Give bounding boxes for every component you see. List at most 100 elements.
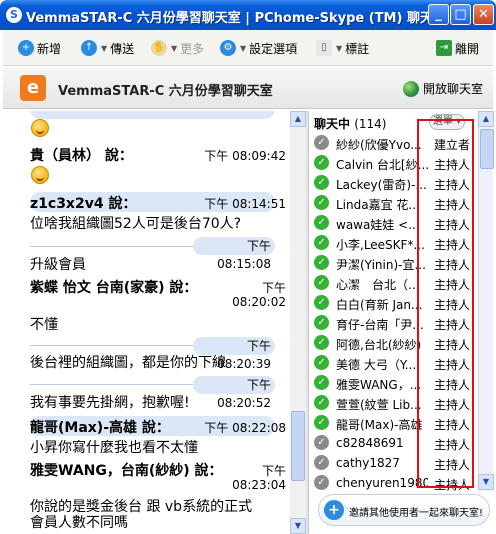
open-room-label: 開放聊天室: [423, 82, 484, 96]
scroll-down-icon[interactable]: ▼: [478, 474, 494, 490]
scroll-thumb[interactable]: [480, 129, 494, 169]
participant-name: chenyuren1980: [336, 476, 428, 490]
role-highlight-box: [417, 119, 474, 488]
message-text: 升級會員: [30, 257, 86, 273]
add-label: 新增: [37, 41, 62, 56]
message-time-date: 下午: [261, 464, 286, 478]
status-icon: ✓: [314, 155, 329, 170]
minimize-button[interactable]: _: [428, 4, 449, 25]
participant-name: 育仔-台南「尹...: [336, 318, 424, 332]
message-time: 08:20:02: [232, 295, 286, 309]
chevron-down-icon: ▼: [240, 43, 247, 53]
participant-scrollbar[interactable]: ▲ ▼: [478, 111, 494, 491]
divider: [30, 345, 195, 346]
participant-name: 紗紗(欣優Yvo...: [336, 138, 422, 152]
scroll-thumb[interactable]: [291, 411, 305, 481]
chat-title: VemmaSTAR-C 六月份學習聊天室: [58, 84, 273, 99]
participant-header-label: 聊天中: [314, 117, 351, 131]
title-bar: S VemmaSTAR-C 六月份學習聊天室 | PChome-Skype (T…: [0, 0, 496, 30]
status-icon: ✓: [314, 455, 329, 470]
status-icon: ✓: [314, 315, 329, 330]
invite-button[interactable]: + 邀請其他使用者一起來聊天室!: [318, 494, 490, 526]
status-icon: ✓: [314, 135, 329, 150]
close-button[interactable]: ✕: [473, 4, 494, 25]
status-icon: ✓: [314, 335, 329, 350]
settings-label: 設定選項: [249, 41, 298, 56]
participant-name: 萱萱(紋萱 Lib...: [336, 398, 422, 412]
message-time: 08:23:04: [232, 478, 286, 492]
participant-name: 龍哥(Max)-高雄: [336, 418, 423, 432]
maximize-button[interactable]: □: [450, 4, 471, 25]
status-icon: ✓: [314, 195, 329, 210]
participant-name: 尹潔(Yinin)-宜...: [336, 258, 426, 272]
message-text: 後台裡的組織圖，都是你的下線: [30, 355, 226, 371]
participant-name: 白白(育新 Jan...: [336, 298, 423, 312]
skype-app-icon: S: [6, 7, 22, 23]
message-time-date: 下午: [261, 281, 286, 295]
participant-count: (114): [354, 117, 387, 131]
toolbar: + 新增 ↑ ▼ 傳送 ✋ ▼ 更多 ⚙ ▼ 設定選項 ▯ ▼ 標註 ⇥ 離開: [3, 30, 493, 66]
globe-icon: [403, 80, 419, 97]
participant-name: c82848691: [336, 436, 404, 450]
status-icon: ✓: [314, 375, 329, 390]
bookmark-button[interactable]: ▯ ▼ 標註: [316, 39, 369, 57]
bookmark-label: 標註: [345, 41, 370, 56]
message-list: 貴（員林） 說： 下午 08:09:42 z1c3x2v4 說： 下午 08:1…: [3, 111, 290, 534]
participant-name: wawa娃娃 <...: [336, 218, 420, 232]
status-icon: ✓: [314, 255, 329, 270]
divider: [30, 246, 195, 247]
status-icon: ✓: [314, 275, 329, 290]
message-time: 下午 08:22:08: [204, 421, 286, 435]
chevron-down-icon: ▼: [171, 43, 178, 53]
message-time: 下午 08:14:51: [204, 197, 286, 211]
leave-button[interactable]: ⇥ 離開: [436, 39, 479, 57]
window-title: VemmaSTAR-C 六月份學習聊天室 | PChome-Skype (TM)…: [26, 11, 433, 26]
message-time: 下午 08:09:42: [204, 149, 286, 163]
participant-name: 心潔 台北（...: [336, 278, 420, 292]
participant-name: 雅雯WANG，...: [336, 378, 422, 392]
exit-icon: ⇥: [436, 40, 452, 56]
message-author: 雅雯WANG，台南(紗紗) 說：: [30, 463, 223, 479]
participant-name: Calvin 台北[紗...: [336, 158, 428, 172]
status-icon: ✓: [314, 415, 329, 430]
message-text: 不懂: [30, 317, 58, 333]
smiley-icon: [31, 119, 49, 137]
message-time: 下午 08:20:52: [193, 376, 275, 410]
settings-button[interactable]: ⚙ ▼ 設定選項: [220, 39, 297, 57]
message-scrollbar[interactable]: ▲ ▼: [290, 111, 306, 534]
message-author: z1c3x2v4 說：: [30, 196, 137, 212]
status-icon: ✓: [314, 215, 329, 230]
message-text: 小昇你寫什麼我也看不太懂: [30, 440, 198, 456]
status-icon: ✓: [314, 295, 329, 310]
message-text: 會員人數不同嗎: [30, 515, 128, 531]
message-time: 下午 08:15:08: [193, 237, 275, 271]
message-text: 我有事要先掛網，抱歉喔!: [30, 395, 190, 411]
send-label: 傳送: [110, 41, 135, 56]
participant-name: Linda嘉宜 花...: [336, 198, 420, 212]
book-icon: ▯: [316, 40, 332, 56]
status-icon: ✓: [314, 395, 329, 410]
scroll-down-icon[interactable]: ▼: [290, 518, 306, 534]
gear-icon: ⚙: [220, 40, 236, 56]
scroll-up-icon[interactable]: ▲: [478, 111, 494, 127]
message-author: 紫蝶 怡文 台南(家豪) 說：: [30, 280, 198, 296]
status-icon: ✓: [314, 235, 329, 250]
more-label: 更多: [180, 41, 205, 56]
message-author: 貴（員林） 說：: [30, 148, 133, 164]
upload-arrow-icon: ↑: [81, 40, 97, 56]
status-icon: ✓: [314, 175, 329, 190]
participant-name: Lackey(雷奇)-...: [336, 178, 427, 192]
smiley-icon: [31, 166, 49, 184]
invite-label: 邀請其他使用者一起來聊天室!: [349, 508, 484, 519]
send-button[interactable]: ↑ ▼ 傳送: [81, 39, 134, 57]
plus-icon: +: [324, 500, 344, 520]
add-icon: +: [18, 40, 34, 56]
status-icon: ✓: [314, 355, 329, 370]
message-header: [30, 111, 275, 119]
more-button[interactable]: ✋ ▼ 更多: [151, 39, 204, 57]
add-button[interactable]: + 新增: [18, 39, 61, 57]
participant-name: 阿德,台北(紗紗): [336, 338, 422, 352]
message-text: 位啥我組織圖52人可是後台70人?: [30, 216, 242, 232]
open-room-button[interactable]: 開放聊天室: [403, 80, 483, 97]
scroll-up-icon[interactable]: ▲: [290, 111, 306, 127]
